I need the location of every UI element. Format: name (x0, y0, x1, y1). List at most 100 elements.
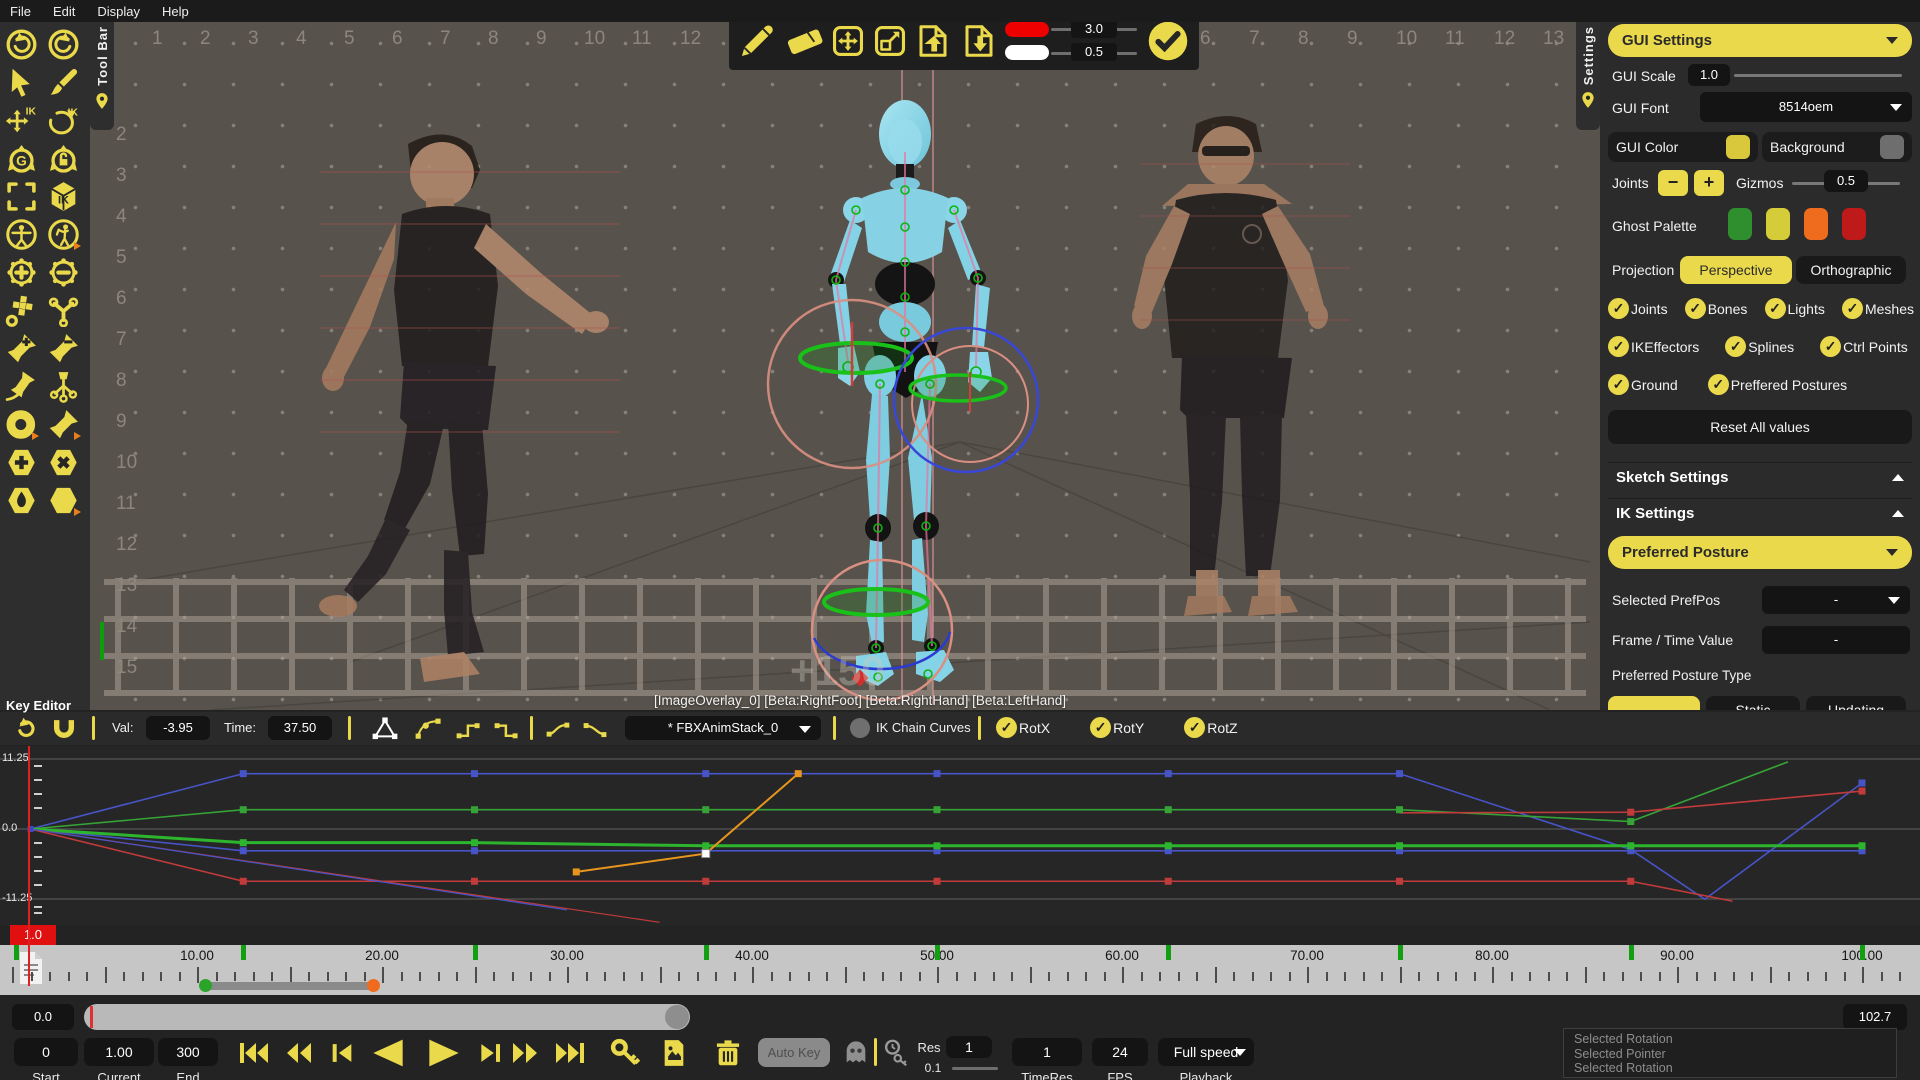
pin-remove-icon[interactable] (45, 330, 81, 366)
gui-font-dropdown[interactable]: 8514oem (1700, 92, 1912, 122)
keyframe-marker[interactable] (240, 878, 247, 885)
flat-in-tangent-icon[interactable] (545, 715, 573, 742)
checkbox-checked-icon[interactable]: ✓ (1820, 336, 1841, 357)
keyframe-marker[interactable] (702, 842, 709, 849)
keyframe-marker[interactable] (1627, 818, 1634, 825)
checkbox-checked-icon[interactable]: ✓ (1608, 336, 1629, 357)
posture-type-option-3[interactable]: Updating (1806, 696, 1906, 710)
pencil-icon[interactable] (737, 22, 777, 60)
secondary-color-swatch[interactable] (1005, 45, 1049, 60)
hex-pin-icon[interactable] (3, 482, 39, 518)
keyframe-marker[interactable] (1396, 770, 1403, 777)
ik-settings-header[interactable]: IK Settings (1608, 498, 1912, 528)
keyframe-marker[interactable] (1396, 842, 1403, 849)
joints-plus-button[interactable]: + (1694, 170, 1724, 196)
toggle-ctrl-points[interactable]: ✓Ctrl Points (1820, 336, 1908, 357)
auto-key-button[interactable]: Auto Key (758, 1038, 830, 1067)
ring-tool-icon[interactable] (3, 406, 39, 442)
keyframe-marker[interactable] (934, 770, 941, 777)
keyframe-marker[interactable] (1165, 806, 1172, 813)
toggle-lights[interactable]: ✓Lights (1765, 298, 1825, 319)
curve-rot-blue-main[interactable] (31, 774, 1863, 900)
gizmos-size-value[interactable]: 0.5 (1824, 170, 1868, 192)
delete-key-button[interactable] (714, 1038, 742, 1068)
fps-input[interactable]: 24 (1092, 1038, 1148, 1066)
timeres-input[interactable]: 1 (1012, 1038, 1082, 1066)
toggle-rotz[interactable]: ✓RotZ (1184, 717, 1237, 738)
val-input[interactable]: -3.95 (146, 716, 210, 740)
reset-all-button[interactable]: Reset All values (1608, 410, 1912, 444)
next-key-button[interactable] (476, 1042, 500, 1064)
pin-hand-icon[interactable] (3, 368, 39, 404)
brush-opacity-value[interactable]: 0.5 (1071, 43, 1117, 61)
toolbar-pin-tab[interactable]: Tool Bar (90, 22, 114, 130)
gui-scale-value[interactable]: 1.0 (1688, 64, 1730, 86)
keyframe-marker[interactable] (1627, 878, 1634, 885)
menu-help[interactable]: Help (162, 4, 189, 19)
anim-stack-dropdown[interactable]: * FBXAnimStack_0 (625, 716, 821, 740)
playhead-line[interactable] (28, 746, 30, 986)
gui-settings-header[interactable]: GUI Settings (1608, 24, 1912, 57)
checkbox-checked-icon[interactable]: ✓ (1842, 298, 1863, 319)
posture-type-option-1[interactable] (1608, 696, 1700, 710)
menu-file[interactable]: File (10, 4, 31, 19)
ghost-palette-swatch-3[interactable] (1804, 208, 1828, 240)
keyframe-marker[interactable] (702, 878, 709, 885)
timeline-h-scrollbar[interactable] (84, 1004, 690, 1030)
keyframe-marker[interactable] (471, 806, 478, 813)
play-reverse-button[interactable] (368, 1038, 408, 1068)
figure-pose-icon[interactable] (45, 216, 81, 252)
ik-cube-icon[interactable]: IK (45, 178, 81, 214)
map-pin-icon[interactable] (1579, 85, 1597, 107)
background-color-picker[interactable]: Background (1762, 132, 1912, 162)
keyframe-marker[interactable] (1396, 878, 1403, 885)
range-start-handle[interactable] (199, 979, 212, 992)
keyframe-marker[interactable] (795, 770, 802, 777)
brush-size-value[interactable]: 3.0 (1071, 20, 1117, 38)
hex-delete-icon[interactable] (45, 444, 81, 480)
export-sketch-icon[interactable] (915, 22, 951, 60)
redo-icon[interactable] (45, 26, 81, 62)
checkbox-checked-icon[interactable]: ✓ (1685, 298, 1706, 319)
previous-key-button[interactable] (330, 1042, 354, 1064)
menu-display[interactable]: Display (97, 4, 140, 19)
keyframe-marker[interactable] (1396, 806, 1403, 813)
fast-forward-button[interactable] (510, 1042, 540, 1064)
scale-canvas-icon[interactable] (873, 22, 907, 60)
joints-minus-button[interactable]: − (1658, 170, 1688, 196)
res-input[interactable]: 1 (946, 1036, 992, 1058)
ghost-palette-swatch-1[interactable] (1728, 208, 1752, 240)
play-button[interactable] (424, 1038, 464, 1068)
curve-rot-blue-diag[interactable] (31, 829, 568, 910)
curve-rot-green-upper[interactable] (31, 762, 1789, 829)
keyframe-marker[interactable] (240, 847, 247, 854)
move-canvas-icon[interactable] (831, 22, 865, 60)
keyframe-marker[interactable] (240, 839, 247, 846)
import-sketch-icon[interactable] (961, 22, 997, 60)
toggle-bones[interactable]: ✓Bones (1685, 298, 1748, 319)
ghost-palette-swatch-2[interactable] (1766, 208, 1790, 240)
toggle-meshes[interactable]: ✓Meshes (1842, 298, 1914, 319)
ik-chain-curves-toggle[interactable] (850, 718, 870, 738)
gui-color-swatch[interactable] (1726, 135, 1750, 159)
gui-scale-slider[interactable] (1734, 74, 1902, 77)
curve-rot-blue-flat[interactable] (31, 829, 1863, 851)
timeline-ruler[interactable]: 10.0020.0030.0040.0050.0060.0070.0080.00… (0, 945, 1920, 995)
keyframe-marker[interactable] (702, 770, 709, 777)
gear-add-icon[interactable] (3, 254, 39, 290)
keyframe-marker[interactable] (1627, 842, 1634, 849)
selected-prefpos-dropdown[interactable]: - (1762, 586, 1910, 614)
ghost-palette-swatch-4[interactable] (1842, 208, 1866, 240)
figure-tpose-icon[interactable] (3, 216, 39, 252)
smooth-tangent-icon[interactable] (410, 715, 446, 742)
set-key-button[interactable] (610, 1038, 640, 1068)
curve-editor[interactable]: 11.25 0.0 -11.25 (0, 746, 1920, 926)
toggle-rotx[interactable]: ✓RotX (996, 717, 1050, 738)
primary-color-swatch[interactable] (1005, 22, 1049, 37)
keyframe-marker[interactable] (1165, 878, 1172, 885)
scroll-max-value[interactable]: 102.7 (1843, 1004, 1907, 1030)
flat-out-tangent-icon[interactable] (580, 715, 612, 742)
keyframe-marker[interactable] (471, 847, 478, 854)
pushpin-icon[interactable] (45, 406, 81, 442)
keyframe-marker[interactable] (1165, 770, 1172, 777)
